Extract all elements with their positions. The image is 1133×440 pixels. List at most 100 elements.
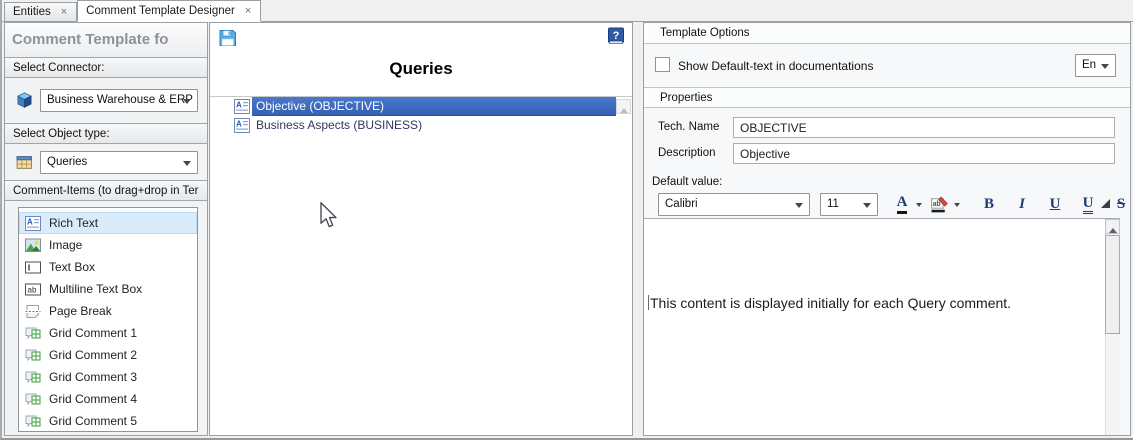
font-size-dropdown[interactable]: 11 [820, 193, 878, 216]
list-item-grid-comment-1[interactable]: Grid Comment 1 [19, 322, 197, 344]
underline-icon: U [1050, 196, 1061, 213]
tab-comment-template-designer[interactable]: Comment Template Designer × [77, 0, 261, 22]
svg-text:A: A [236, 101, 242, 110]
object-type-dropdown-value: Queries [47, 156, 87, 168]
list-item-label: Multiline Text Box [49, 282, 142, 296]
list-item-text-box[interactable]: Text Box [19, 256, 197, 278]
query-row-objective[interactable]: A Objective (OBJECTIVE) [210, 97, 632, 116]
image-icon [25, 238, 41, 253]
scrollbar-thumb[interactable] [1105, 235, 1120, 334]
list-item-grid-comment-2[interactable]: Grid Comment 2 [19, 344, 197, 366]
font-name-value: Calibri [665, 198, 698, 210]
object-type-table-icon [16, 154, 33, 171]
list-item-multiline-text-box[interactable]: ab Multiline Text Box [19, 278, 197, 300]
grid-comment-icon [25, 370, 41, 385]
toolbar-expand-grip[interactable] [1101, 199, 1110, 208]
list-item-label: Image [49, 238, 82, 252]
text-box-icon [25, 260, 41, 275]
description-field[interactable] [733, 143, 1115, 164]
editor-text: This content is displayed initially for … [648, 295, 1011, 311]
svg-text:ab: ab [28, 285, 37, 294]
font-name-dropdown[interactable]: Calibri [658, 193, 810, 216]
grid-comment-icon [25, 348, 41, 363]
connector-dropdown-value: Business Warehouse & ERP [47, 94, 193, 106]
query-row-business-aspects[interactable]: A Business Aspects (BUSINESS) [210, 116, 632, 135]
comment-template-designer-window: Entities × Comment Template Designer × C… [0, 0, 1133, 440]
double-underline-button[interactable]: U [1078, 194, 1098, 216]
list-item-rich-text[interactable]: A Rich Text [19, 212, 197, 234]
chevron-down-icon[interactable] [916, 203, 922, 210]
svg-text:ab: ab [933, 201, 941, 208]
properties-header: Properties [644, 87, 1130, 108]
list-item-label: Grid Comment 5 [49, 414, 137, 428]
default-value-label: Default value: [652, 176, 1130, 188]
close-icon[interactable]: × [244, 6, 252, 17]
queries-panel: ? Queries A Objective (OBJECTIVE) A [209, 22, 633, 436]
chevron-down-icon[interactable] [954, 203, 960, 210]
italic-button[interactable]: I [1012, 194, 1032, 216]
font-color-button[interactable]: A [892, 194, 912, 216]
default-value-editor[interactable]: This content is displayed initially for … [644, 218, 1120, 435]
left-panel-title: Comment Template fo [5, 23, 207, 57]
grid-comment-icon [25, 392, 41, 407]
show-default-text-label: Show Default-text in documentations [678, 59, 873, 73]
font-toolbar: Calibri 11 A ab [658, 191, 1130, 218]
show-default-text-checkbox[interactable] [655, 57, 670, 72]
tab-bar: Entities × Comment Template Designer × [2, 0, 1133, 22]
list-item-grid-comment-4[interactable]: Grid Comment 4 [19, 388, 197, 410]
language-dropdown-value: En [1082, 59, 1096, 71]
list-item-image[interactable]: Image [19, 234, 197, 256]
strikethrough-button[interactable]: S [1111, 194, 1131, 216]
rich-text-icon: A [25, 216, 41, 231]
tab-entities[interactable]: Entities × [4, 2, 77, 21]
italic-icon: I [1019, 196, 1025, 213]
help-icon[interactable]: ? [606, 26, 626, 46]
multiline-text-box-icon: ab [25, 282, 41, 297]
list-item-page-break[interactable]: Page Break [19, 300, 197, 322]
font-color-icon: A [897, 195, 908, 214]
select-connector-header: Select Connector: [5, 57, 207, 78]
scroll-up-button[interactable] [616, 99, 631, 114]
highlight-button[interactable]: ab [930, 194, 950, 216]
grid-comment-icon [25, 326, 41, 341]
underline-button[interactable]: U [1045, 194, 1065, 216]
format-buttons: A ab B I U U [892, 194, 1131, 216]
queries-toolbar: ? [210, 23, 632, 51]
text-caret [648, 295, 649, 310]
list-item-label: Rich Text [49, 216, 98, 230]
connector-cube-icon [16, 92, 33, 109]
queries-heading: Queries [210, 51, 632, 96]
comment-items-header: Comment-Items (to drag+drop in Ter [5, 180, 207, 201]
bold-button[interactable]: B [979, 194, 999, 216]
object-type-dropdown[interactable]: Queries [40, 151, 198, 174]
language-dropdown[interactable]: En [1075, 54, 1116, 77]
properties-form: Tech. Name Description [644, 108, 1130, 169]
close-icon[interactable]: × [60, 7, 68, 18]
list-item-label: Grid Comment 4 [49, 392, 137, 406]
save-icon[interactable] [218, 28, 238, 48]
description-row: Description [644, 143, 1130, 169]
list-item-label: Text Box [49, 260, 95, 274]
connector-row: Business Warehouse & ERP [5, 78, 207, 123]
strikethrough-icon: S [1117, 196, 1125, 213]
scroll-up-button[interactable] [1105, 219, 1120, 234]
query-row-label: Business Aspects (BUSINESS) [252, 116, 616, 135]
query-row-label: Objective (OBJECTIVE) [252, 97, 616, 116]
list-item-grid-comment-5[interactable]: Grid Comment 5 [19, 410, 197, 432]
list-item-label: Grid Comment 3 [49, 370, 137, 384]
connector-dropdown[interactable]: Business Warehouse & ERP [40, 89, 198, 112]
tab-ctd-label: Comment Template Designer [86, 5, 235, 17]
svg-text:?: ? [613, 30, 620, 42]
font-size-value: 11 [827, 198, 839, 210]
grid-comment-icon [25, 414, 41, 429]
left-sidebar: Comment Template fo Select Connector: Bu… [4, 22, 208, 436]
editor-scrollbar[interactable] [1105, 219, 1120, 435]
template-options-header: Template Options [644, 23, 1130, 44]
tech-name-field[interactable] [733, 117, 1115, 138]
highlight-icon: ab [931, 196, 949, 213]
template-options-row: Show Default-text in documentations En [644, 44, 1130, 87]
list-item-grid-comment-3[interactable]: Grid Comment 3 [19, 366, 197, 388]
tab-entities-label: Entities [13, 6, 51, 18]
list-item-label: Grid Comment 1 [49, 326, 137, 340]
comment-items-listbox: A Rich Text Image [18, 207, 198, 432]
